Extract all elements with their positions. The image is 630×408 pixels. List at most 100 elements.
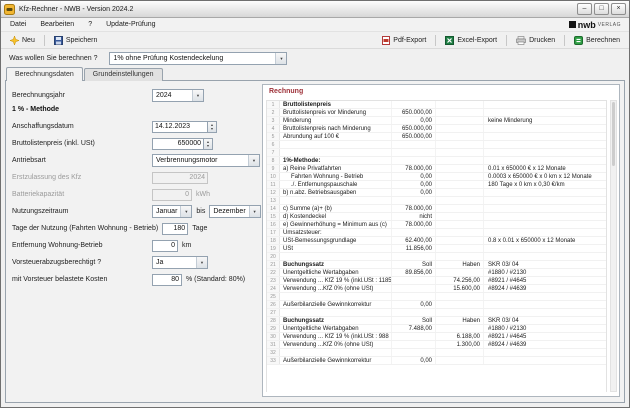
row-value-soll: 78.000,00 <box>392 221 436 228</box>
antriebsart-select[interactable]: Verbrennungsmotor ▼ <box>152 154 260 167</box>
rechnung-row[interactable]: 22 Unentgeltliche Wertabgaben 89.856,00 … <box>267 269 606 277</box>
row-description: Minderung <box>280 117 392 124</box>
rechnung-row[interactable]: 32 <box>267 349 606 357</box>
neu-button[interactable]: Neu <box>5 34 40 47</box>
tab-strip: Berechnungsdaten Grundeinstellungen <box>6 67 163 81</box>
scrollbar-thumb[interactable] <box>612 102 615 166</box>
rechnung-row[interactable]: 33 Außerbilanzielle Gewinnkorrektur 0,00 <box>267 357 606 365</box>
rechnung-row[interactable]: 26 Außerbilanzielle Gewinnkorrektur 0,00 <box>267 301 606 309</box>
chevron-down-icon: ▼ <box>196 257 207 268</box>
menu-datei[interactable]: Datei <box>3 18 33 31</box>
berechnen-label: Berechnen <box>586 37 620 44</box>
monat-von-select[interactable]: Januar ▼ <box>152 205 192 218</box>
row-note: #1880 / #2130 <box>484 325 606 332</box>
rechnung-row[interactable]: 16 e) Gewinnerhöhung = Minimum aus (c) 7… <box>267 221 606 229</box>
row-note: 0.8 x 0.01 x 650000 x 12 Monate <box>484 237 606 244</box>
rechnung-row[interactable]: 4 Bruttolistenpreis nach Minderung 650.0… <box>267 125 606 133</box>
row-number: 19 <box>267 245 280 252</box>
berechnungsjahr-select[interactable]: 2024 ▼ <box>152 89 204 102</box>
row-note <box>484 101 606 108</box>
row-value-haben <box>436 125 484 132</box>
erstzulassung-label: Erstzulassung des Kfz <box>12 174 152 181</box>
prozent-standard-suffix: % (Standard: 80%) <box>186 276 245 283</box>
row-value-haben <box>436 149 484 156</box>
rechnung-row[interactable]: 3 Minderung 0,00 keine Minderung <box>267 117 606 125</box>
chevron-down-icon: ▼ <box>180 206 191 217</box>
rechnung-row[interactable]: 10 Fahrten Wohnung - Betrieb 0,00 0.0003… <box>267 173 606 181</box>
entfernung-input[interactable] <box>152 240 178 252</box>
row-number: 15 <box>267 213 280 220</box>
bis-label: bis <box>196 208 205 215</box>
rechnung-row[interactable]: 29 Unentgeltliche Wertabgaben 7.488,00 #… <box>267 325 606 333</box>
tab-grundeinstellungen[interactable]: Grundeinstellungen <box>84 68 163 81</box>
rechnung-row[interactable]: 31 Verwendung ...KfZ 0% (ohne USt) 1.300… <box>267 341 606 349</box>
menu-help[interactable]: ? <box>81 18 99 31</box>
row-description: c) Summe (a)+ (b) <box>280 205 392 212</box>
date-spinner[interactable]: ▲ ▼ <box>208 121 217 133</box>
anschaffungsdatum-input[interactable] <box>152 121 208 133</box>
row-number: 26 <box>267 301 280 308</box>
row-value-soll: nicht <box>392 213 436 220</box>
rechnung-row[interactable]: 24 Verwendung ...KfZ 0% (ohne USt) 15.60… <box>267 285 606 293</box>
row-description: Unentgeltliche Wertabgaben <box>280 269 392 276</box>
rechnung-row[interactable]: 28 Buchungssatz Soll Haben SKR 03/ 04 <box>267 317 606 325</box>
nutzungstage-input[interactable] <box>162 223 188 235</box>
vorsteuerabzug-select[interactable]: Ja ▼ <box>152 256 208 269</box>
row-number: 11 <box>267 181 280 188</box>
anschaffungsdatum-label: Anschaffungsdatum <box>12 123 152 130</box>
row-note <box>484 253 606 260</box>
rechnung-row[interactable]: 9 a) Reine Privatfahrten 78.000,00 0.01 … <box>267 165 606 173</box>
rechnung-row[interactable]: 21 Buchungssatz Soll Haben SKR 03/ 04 <box>267 261 606 269</box>
rechnung-row[interactable]: 6 <box>267 141 606 149</box>
form-row-nutzungstage: Tage der Nutzung (Fahrten Wohnung - Betr… <box>12 222 260 235</box>
berechnungsart-select[interactable]: 1% ohne Prüfung Kostendeckelung ▼ <box>109 52 287 65</box>
rechnung-row[interactable]: 18 USt-Bemessungsgrundlage 62.400,00 0.8… <box>267 237 606 245</box>
speichern-button[interactable]: Speichern <box>49 34 103 47</box>
vorsteuerabzug-value: Ja <box>153 257 196 268</box>
rechnung-row[interactable]: 19 USt 11.856,00 <box>267 245 606 253</box>
berechnen-button[interactable]: Berechnen <box>569 34 625 47</box>
close-button[interactable]: × <box>611 3 626 15</box>
maximize-button[interactable]: □ <box>594 3 609 15</box>
rechnung-row[interactable]: 27 <box>267 309 606 317</box>
rechnung-row[interactable]: 14 c) Summe (a)+ (b) 78.000,00 <box>267 205 606 213</box>
rechnung-row[interactable]: 12 b) n.abz. Betriebsausgaben 0,00 <box>267 189 606 197</box>
monat-bis-select[interactable]: Dezember ▼ <box>209 205 260 218</box>
rechnung-row[interactable]: 20 <box>267 253 606 261</box>
tab-berechnungsdaten[interactable]: Berechnungsdaten <box>6 67 83 81</box>
menu-bearbeiten[interactable]: Bearbeiten <box>33 18 81 31</box>
row-number: 25 <box>267 293 280 300</box>
row-description: Buchungssatz <box>280 317 392 324</box>
drucken-button[interactable]: Drucken <box>511 34 560 47</box>
row-value-soll: 0,00 <box>392 173 436 180</box>
rechnung-row[interactable]: 1 Bruttolistenpreis <box>267 101 606 109</box>
row-value-haben <box>436 229 484 236</box>
rechnung-row[interactable]: 15 d) Kostendeckel nicht <box>267 213 606 221</box>
bruttolistenpreis-input[interactable] <box>152 138 204 150</box>
vertical-scrollbar[interactable] <box>610 100 617 392</box>
rechnung-row[interactable]: 25 <box>267 293 606 301</box>
rechnung-row[interactable]: 8 1%-Methode: <box>267 157 606 165</box>
row-value-soll <box>392 349 436 356</box>
rechnung-row[interactable]: 30 Verwendung ... KfZ 19 % (inkl.USt : 9… <box>267 333 606 341</box>
vorsteuer-kosten-input[interactable] <box>152 274 182 286</box>
toolbar-separator <box>506 35 507 46</box>
rechnung-row[interactable]: 23 Verwendung ... KfZ 19 % (inkl.USt : 1… <box>267 277 606 285</box>
rechnung-row[interactable]: 5 Abrundung auf 100 € 650.000,00 <box>267 133 606 141</box>
rechnung-row[interactable]: 2 Bruttolistenpreis vor Minderung 650.00… <box>267 109 606 117</box>
row-value-soll <box>392 253 436 260</box>
menu-update-pruefung[interactable]: Update-Prüfung <box>99 18 162 31</box>
nutzungszeitraum-label: Nutzungszeitraum <box>12 208 152 215</box>
minimize-button[interactable]: – <box>577 3 592 15</box>
price-spinner[interactable]: ▲ ▼ <box>204 138 213 150</box>
excel-export-button[interactable]: Excel-Export <box>440 34 502 47</box>
rechnung-row[interactable]: 11 ./. Entfernungspauschale 0,00 180 Tag… <box>267 181 606 189</box>
antriebsart-value: Verbrennungsmotor <box>153 155 248 166</box>
row-description: Verwendung ... KfZ 19 % (inkl.USt : 1185… <box>280 277 392 284</box>
rechnung-row[interactable]: 17 Umsatzsteuer: <box>267 229 606 237</box>
row-description <box>280 349 392 356</box>
rechnung-row[interactable]: 13 <box>267 197 606 205</box>
rechnung-row[interactable]: 7 <box>267 149 606 157</box>
pdf-export-button[interactable]: Pdf-Export <box>377 34 431 47</box>
monat-von-value: Januar <box>153 206 180 217</box>
